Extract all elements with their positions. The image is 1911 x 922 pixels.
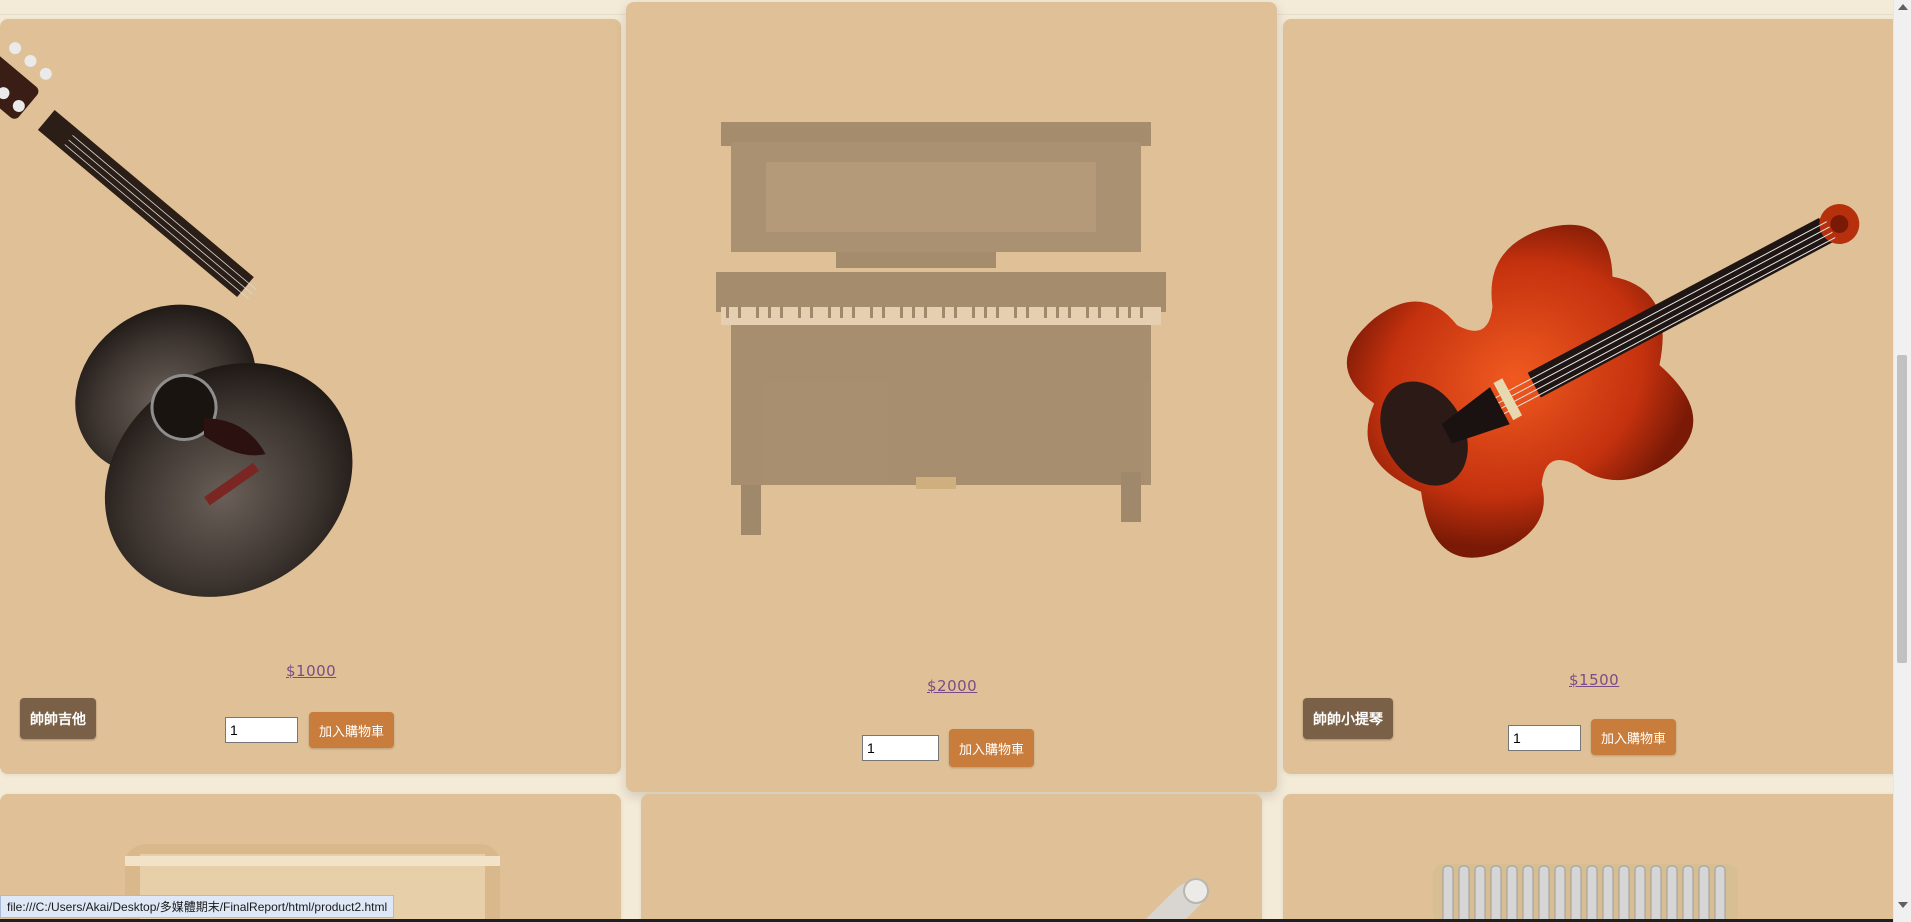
product-price-link[interactable]: $2000 [927, 677, 977, 695]
product-card-trumpet [641, 794, 1262, 922]
add-to-cart-button[interactable]: 加入購物車 [1591, 719, 1677, 755]
piano-image [716, 122, 1166, 535]
product-name-button[interactable]: 帥帥吉他 [20, 698, 96, 739]
product-card-piano: $2000 加入購物車 [626, 2, 1277, 792]
scrollbar-thumb[interactable] [1897, 355, 1907, 663]
product-card-violin: $1500 帥帥小提琴 加入購物車 [1283, 19, 1904, 774]
add-to-cart-button[interactable]: 加入購物車 [309, 712, 395, 748]
product-page: $1000 帥帥吉他 加入購物車 [0, 0, 1911, 922]
product-name-button[interactable]: 帥帥小提琴 [1303, 698, 1393, 739]
quantity-input[interactable] [225, 717, 298, 743]
guitar-image [0, 42, 353, 597]
quantity-input[interactable] [862, 735, 939, 761]
kalimba-image [1433, 864, 1738, 922]
violin-image [1347, 204, 1860, 558]
trumpet-image [1143, 878, 1209, 922]
product-card-guitar: $1000 帥帥吉他 加入購物車 [0, 19, 621, 774]
quantity-input[interactable] [1508, 725, 1581, 751]
status-bar-url: file:///C:/Users/Akai/Desktop/多媒體期末/Fina… [0, 895, 395, 918]
scroll-up-arrow-icon[interactable] [1898, 4, 1908, 10]
product-card-kalimba [1283, 794, 1904, 922]
product-price-link[interactable]: $1000 [286, 662, 336, 680]
vertical-scrollbar[interactable] [1893, 0, 1911, 922]
scroll-down-arrow-icon[interactable] [1898, 902, 1908, 908]
add-to-cart-button[interactable]: 加入購物車 [949, 729, 1035, 767]
product-price-link[interactable]: $1500 [1569, 671, 1619, 689]
